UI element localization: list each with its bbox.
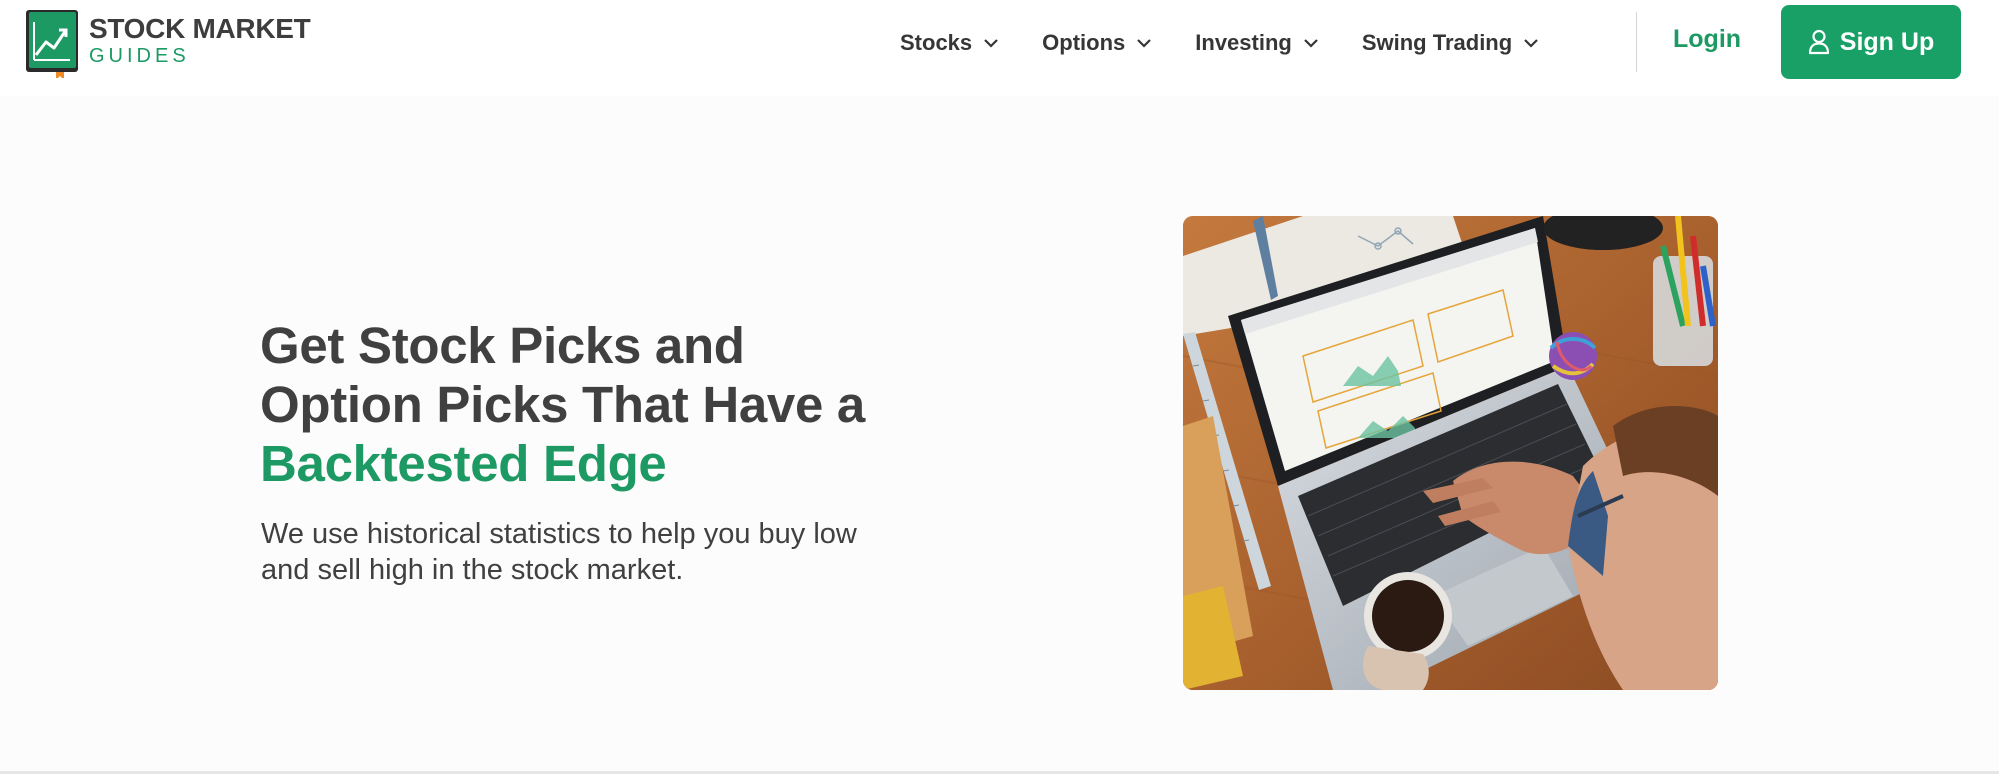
nav-item-label: Stocks — [900, 30, 973, 55]
sign-up-label: Sign Up — [1839, 27, 1935, 56]
nav-divider — [1636, 12, 1637, 72]
hero-image — [1183, 216, 1718, 690]
nav-item-label: Investing — [1195, 30, 1292, 55]
user-icon — [1808, 29, 1829, 55]
site-header: STOCK MARKET GUIDES Stocks Options Inves… — [0, 0, 1999, 96]
chevron-down-icon — [984, 39, 998, 48]
chevron-down-icon — [1524, 39, 1538, 48]
chevron-down-icon — [1304, 39, 1318, 48]
nav-item-label: Swing Trading — [1361, 30, 1513, 55]
nav-item-stocks[interactable]: Stocks — [900, 30, 998, 56]
nav-item-options[interactable]: Options — [1042, 30, 1152, 56]
hero-subtitle-line-1: We use historical statistics to help you… — [261, 518, 857, 550]
hero-title-line-2: Option Picks That Have a — [260, 376, 865, 433]
nav-item-swing-trading[interactable]: Swing Trading — [1362, 30, 1538, 56]
hero-title: Get Stock Picks and Option Picks That Ha… — [260, 316, 1020, 493]
nav-item-investing[interactable]: Investing — [1195, 30, 1318, 56]
login-link[interactable]: Login — [1673, 25, 1741, 54]
hero-subtitle-line-2: and sell high in the stock market. — [261, 554, 684, 586]
hero-subtitle: We use historical statistics to help you… — [261, 516, 981, 588]
chart-book-icon — [26, 10, 78, 80]
hero-title-line-1: Get Stock Picks and — [260, 317, 745, 374]
site-logo[interactable]: STOCK MARKET GUIDES — [26, 10, 311, 80]
sign-up-button[interactable]: Sign Up — [1781, 5, 1961, 79]
logo-title: STOCK MARKET — [89, 13, 311, 44]
nav-item-label: Options — [1042, 30, 1126, 55]
hero-title-accent: Backtested Edge — [260, 435, 667, 492]
chevron-down-icon — [1137, 39, 1152, 48]
logo-subtitle: GUIDES — [89, 45, 190, 67]
laptop-photo — [1183, 216, 1718, 690]
main-nav: Stocks Options Investing Swing Trading — [900, 24, 1538, 62]
